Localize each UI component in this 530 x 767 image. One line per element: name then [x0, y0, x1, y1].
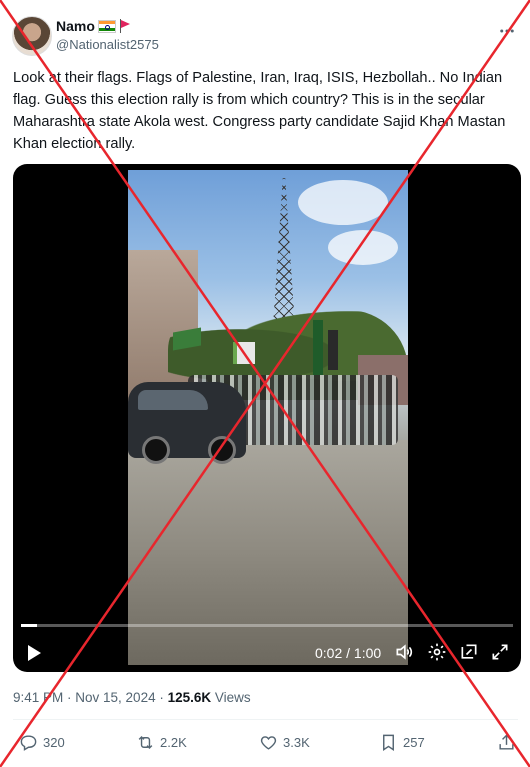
heart-icon [260, 736, 277, 750]
video-progress-fill [21, 624, 38, 627]
video-player[interactable]: 0:02 / 1:00 [13, 164, 521, 672]
divider [13, 719, 518, 720]
more-options-icon[interactable] [498, 22, 516, 43]
volume-icon[interactable] [394, 642, 416, 664]
meta-separator: · [155, 690, 168, 705]
video-progress-bar[interactable] [21, 624, 513, 627]
tweet-header: Namo @Nationalist2575 [12, 16, 518, 56]
views-count: 125.6K [167, 690, 212, 705]
pip-icon[interactable] [459, 642, 481, 664]
share-icon [499, 734, 514, 750]
like-count: 3.3K [283, 735, 310, 750]
tweet-meta: 9:41 PM · Nov 15, 2024 · 125.6K Views [13, 690, 251, 705]
share-button[interactable] [497, 733, 516, 752]
india-flag-icon [97, 19, 116, 33]
like-button[interactable]: 3.3K [259, 733, 310, 752]
tweet-timestamp[interactable]: 9:41 PM · Nov 15, 2024 [13, 690, 156, 705]
reply-button[interactable]: 320 [19, 733, 65, 752]
red-flag-icon [119, 19, 131, 33]
bookmark-button[interactable]: 257 [379, 733, 425, 752]
avatar[interactable] [12, 16, 52, 56]
video-frame[interactable] [128, 170, 408, 665]
fullscreen-icon[interactable] [490, 642, 512, 664]
author-display-name[interactable]: Namo [56, 18, 95, 34]
bookmark-count: 257 [403, 735, 425, 750]
reply-count: 320 [43, 735, 65, 750]
tweet-actions: 320 2.2K 3.3K 257 [13, 733, 520, 755]
play-icon[interactable] [25, 642, 45, 664]
author-name-row[interactable]: Namo [56, 18, 131, 34]
settings-icon[interactable] [427, 642, 449, 664]
tweet-text: Look at their flags. Flags of Palestine,… [13, 70, 506, 152]
video-time: 0:02 / 1:00 [315, 645, 382, 661]
views-label: Views [211, 690, 251, 705]
repost-button[interactable]: 2.2K [136, 733, 187, 752]
author-handle[interactable]: @Nationalist2575 [56, 37, 159, 52]
repost-icon [138, 735, 153, 750]
repost-count: 2.2K [160, 735, 187, 750]
reply-icon [20, 735, 37, 751]
bookmark-icon [383, 734, 394, 751]
